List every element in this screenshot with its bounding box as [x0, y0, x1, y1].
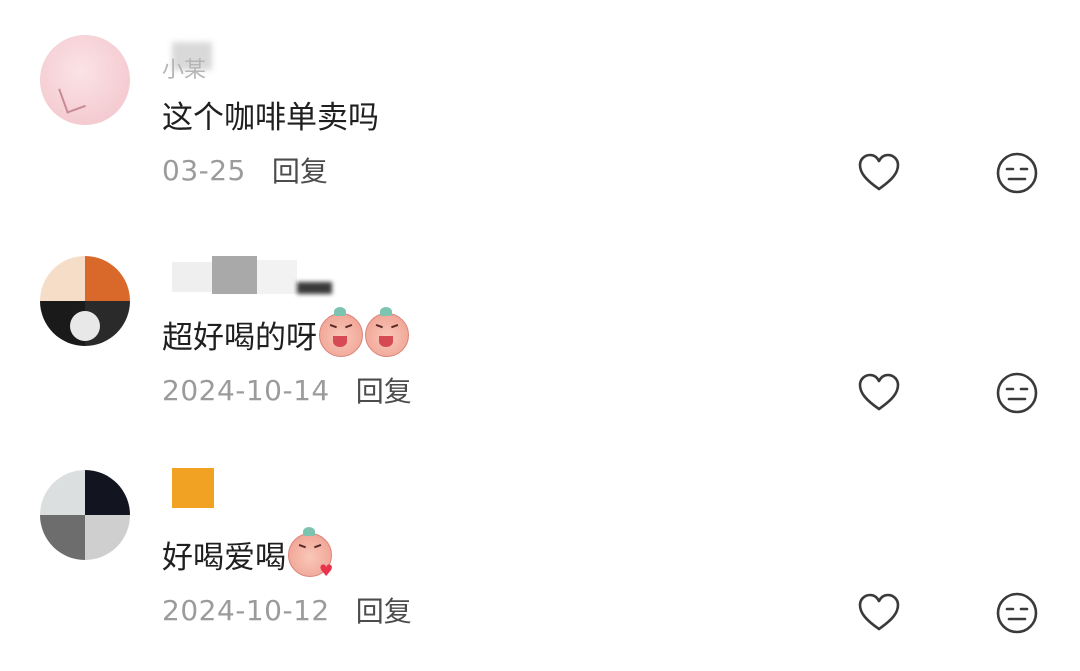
comment-item: 好喝爱喝 ♥ 2024-10-12 回复 — [0, 440, 1080, 660]
laughing-pig-emoji — [365, 306, 409, 357]
comment-meta: 03-25 回复 — [162, 150, 328, 190]
blur-mask — [212, 256, 257, 294]
comment-item: 小某 这个咖啡单卖吗 03-25 回复 — [0, 0, 1080, 220]
comment-date: 03-25 — [162, 153, 246, 187]
heart-outline-icon[interactable] — [856, 150, 902, 196]
avatar-pixel — [40, 256, 85, 301]
blur-mask — [172, 262, 212, 292]
comment-item: 超好喝的呀 2024-10-14 回复 — [0, 220, 1080, 440]
heart-outline-icon[interactable] — [856, 370, 902, 416]
neutral-face-icon[interactable] — [994, 150, 1040, 196]
comment-text[interactable]: 这个咖啡单卖吗 — [162, 92, 379, 137]
laughing-pig-emoji — [319, 306, 363, 357]
blur-mask — [257, 260, 297, 294]
neutral-face-icon[interactable] — [994, 590, 1040, 636]
avatar-detail — [58, 82, 86, 114]
avatar[interactable] — [40, 256, 130, 346]
avatar[interactable] — [40, 470, 130, 560]
comment-text[interactable]: 好喝爱喝 ♥ — [162, 526, 333, 578]
avatar-pixel — [40, 515, 85, 560]
comment-text-content: 这个咖啡单卖吗 — [162, 100, 379, 136]
avatar-pixel — [85, 470, 130, 515]
comment-meta: 2024-10-12 回复 — [162, 590, 412, 630]
avatar[interactable] — [40, 35, 130, 125]
reply-button[interactable]: 回复 — [356, 370, 412, 410]
comment-date: 2024-10-14 — [162, 373, 330, 407]
avatar-detail — [70, 311, 100, 341]
comment-text-content: 超好喝的呀 — [162, 320, 317, 356]
comment-date: 2024-10-12 — [162, 593, 330, 627]
username: 小某 — [162, 58, 207, 83]
comment-text-content: 好喝爱喝 — [162, 540, 286, 576]
reply-button[interactable]: 回复 — [356, 590, 412, 630]
blur-mask — [297, 282, 332, 294]
username-blurred[interactable] — [162, 468, 222, 508]
avatar-pixel — [85, 256, 130, 301]
kiss-pig-emoji: ♥ — [288, 526, 333, 578]
heart-outline-icon[interactable] — [856, 590, 902, 636]
username-blurred[interactable]: 小某 — [162, 40, 232, 83]
username-blurred[interactable] — [162, 256, 332, 296]
blur-mask — [172, 468, 214, 508]
reply-button[interactable]: 回复 — [272, 150, 328, 190]
neutral-face-icon[interactable] — [994, 370, 1040, 416]
comment-text[interactable]: 超好喝的呀 — [162, 306, 409, 357]
avatar-pixel — [40, 470, 85, 515]
comment-meta: 2024-10-14 回复 — [162, 370, 412, 410]
avatar-pixel — [85, 515, 130, 560]
